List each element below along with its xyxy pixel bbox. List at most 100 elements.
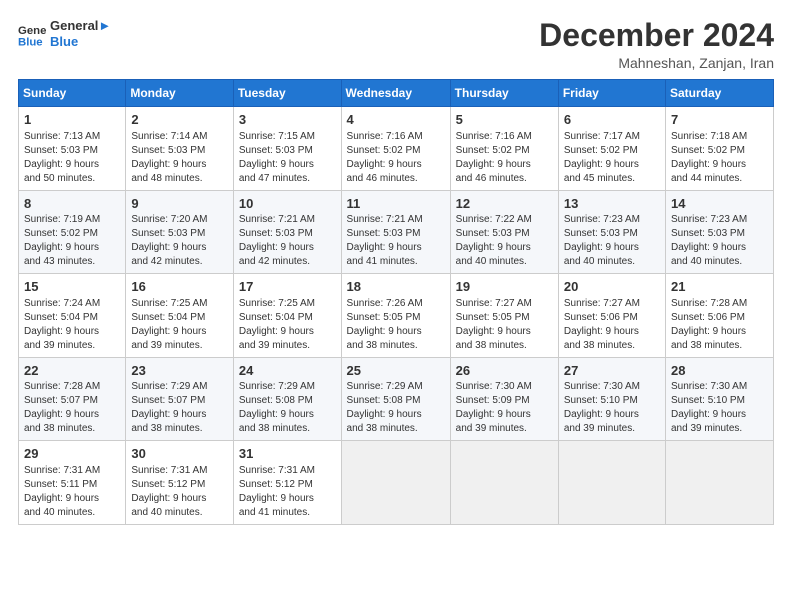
calendar-cell: 17Sunrise: 7:25 AM Sunset: 5:04 PM Dayli…: [233, 274, 341, 358]
cell-info: Sunrise: 7:29 AM Sunset: 5:08 PM Dayligh…: [347, 380, 445, 436]
column-header-wednesday: Wednesday: [341, 80, 450, 107]
calendar-cell: 3Sunrise: 7:15 AM Sunset: 5:03 PM Daylig…: [233, 107, 341, 191]
calendar-cell: 2Sunrise: 7:14 AM Sunset: 5:03 PM Daylig…: [126, 107, 234, 191]
calendar-cell: 27Sunrise: 7:30 AM Sunset: 5:10 PM Dayli…: [558, 357, 665, 441]
cell-info: Sunrise: 7:15 AM Sunset: 5:03 PM Dayligh…: [239, 130, 336, 186]
cell-info: Sunrise: 7:22 AM Sunset: 5:03 PM Dayligh…: [456, 213, 553, 269]
page-header: General Blue General► Blue December 2024…: [18, 18, 774, 71]
cell-info: Sunrise: 7:27 AM Sunset: 5:05 PM Dayligh…: [456, 297, 553, 353]
calendar-week-row: 8Sunrise: 7:19 AM Sunset: 5:02 PM Daylig…: [19, 190, 774, 274]
cell-info: Sunrise: 7:14 AM Sunset: 5:03 PM Dayligh…: [131, 130, 228, 186]
calendar-cell: 7Sunrise: 7:18 AM Sunset: 5:02 PM Daylig…: [666, 107, 774, 191]
calendar-cell: 19Sunrise: 7:27 AM Sunset: 5:05 PM Dayli…: [450, 274, 558, 358]
calendar-cell: 31Sunrise: 7:31 AM Sunset: 5:12 PM Dayli…: [233, 441, 341, 525]
cell-day-number: 4: [347, 111, 445, 129]
calendar-cell: 14Sunrise: 7:23 AM Sunset: 5:03 PM Dayli…: [666, 190, 774, 274]
cell-day-number: 3: [239, 111, 336, 129]
logo-icon: General Blue: [18, 20, 46, 48]
calendar-cell: [341, 441, 450, 525]
cell-day-number: 19: [456, 278, 553, 296]
column-header-tuesday: Tuesday: [233, 80, 341, 107]
location-subtitle: Mahneshan, Zanjan, Iran: [539, 55, 774, 71]
cell-info: Sunrise: 7:30 AM Sunset: 5:10 PM Dayligh…: [671, 380, 768, 436]
calendar-cell: 15Sunrise: 7:24 AM Sunset: 5:04 PM Dayli…: [19, 274, 126, 358]
cell-day-number: 12: [456, 195, 553, 213]
calendar-cell: 25Sunrise: 7:29 AM Sunset: 5:08 PM Dayli…: [341, 357, 450, 441]
month-title: December 2024: [539, 18, 774, 53]
calendar-cell: 12Sunrise: 7:22 AM Sunset: 5:03 PM Dayli…: [450, 190, 558, 274]
calendar-cell: 20Sunrise: 7:27 AM Sunset: 5:06 PM Dayli…: [558, 274, 665, 358]
calendar-cell: 23Sunrise: 7:29 AM Sunset: 5:07 PM Dayli…: [126, 357, 234, 441]
cell-day-number: 25: [347, 362, 445, 380]
svg-text:General: General: [18, 25, 46, 37]
calendar-cell: 8Sunrise: 7:19 AM Sunset: 5:02 PM Daylig…: [19, 190, 126, 274]
cell-info: Sunrise: 7:31 AM Sunset: 5:12 PM Dayligh…: [131, 464, 228, 520]
cell-info: Sunrise: 7:25 AM Sunset: 5:04 PM Dayligh…: [131, 297, 228, 353]
title-block: December 2024 Mahneshan, Zanjan, Iran: [539, 18, 774, 71]
calendar-cell: 22Sunrise: 7:28 AM Sunset: 5:07 PM Dayli…: [19, 357, 126, 441]
logo-line2: Blue: [50, 34, 111, 50]
cell-day-number: 20: [564, 278, 660, 296]
calendar-header-row: SundayMondayTuesdayWednesdayThursdayFrid…: [19, 80, 774, 107]
cell-day-number: 7: [671, 111, 768, 129]
cell-info: Sunrise: 7:24 AM Sunset: 5:04 PM Dayligh…: [24, 297, 120, 353]
calendar-table: SundayMondayTuesdayWednesdayThursdayFrid…: [18, 79, 774, 525]
cell-day-number: 30: [131, 445, 228, 463]
cell-day-number: 28: [671, 362, 768, 380]
cell-day-number: 8: [24, 195, 120, 213]
cell-info: Sunrise: 7:21 AM Sunset: 5:03 PM Dayligh…: [239, 213, 336, 269]
cell-info: Sunrise: 7:31 AM Sunset: 5:12 PM Dayligh…: [239, 464, 336, 520]
calendar-cell: 6Sunrise: 7:17 AM Sunset: 5:02 PM Daylig…: [558, 107, 665, 191]
calendar-cell: [666, 441, 774, 525]
cell-day-number: 24: [239, 362, 336, 380]
cell-info: Sunrise: 7:26 AM Sunset: 5:05 PM Dayligh…: [347, 297, 445, 353]
logo: General Blue General► Blue: [18, 18, 111, 49]
calendar-week-row: 15Sunrise: 7:24 AM Sunset: 5:04 PM Dayli…: [19, 274, 774, 358]
cell-info: Sunrise: 7:17 AM Sunset: 5:02 PM Dayligh…: [564, 130, 660, 186]
calendar-cell: 28Sunrise: 7:30 AM Sunset: 5:10 PM Dayli…: [666, 357, 774, 441]
cell-day-number: 9: [131, 195, 228, 213]
cell-info: Sunrise: 7:13 AM Sunset: 5:03 PM Dayligh…: [24, 130, 120, 186]
cell-day-number: 17: [239, 278, 336, 296]
calendar-cell: 29Sunrise: 7:31 AM Sunset: 5:11 PM Dayli…: [19, 441, 126, 525]
cell-day-number: 16: [131, 278, 228, 296]
cell-info: Sunrise: 7:16 AM Sunset: 5:02 PM Dayligh…: [347, 130, 445, 186]
calendar-cell: 9Sunrise: 7:20 AM Sunset: 5:03 PM Daylig…: [126, 190, 234, 274]
cell-day-number: 14: [671, 195, 768, 213]
cell-day-number: 29: [24, 445, 120, 463]
calendar-cell: 26Sunrise: 7:30 AM Sunset: 5:09 PM Dayli…: [450, 357, 558, 441]
calendar-week-row: 1Sunrise: 7:13 AM Sunset: 5:03 PM Daylig…: [19, 107, 774, 191]
calendar-cell: 1Sunrise: 7:13 AM Sunset: 5:03 PM Daylig…: [19, 107, 126, 191]
column-header-thursday: Thursday: [450, 80, 558, 107]
cell-day-number: 10: [239, 195, 336, 213]
calendar-cell: [450, 441, 558, 525]
calendar-cell: 10Sunrise: 7:21 AM Sunset: 5:03 PM Dayli…: [233, 190, 341, 274]
column-header-saturday: Saturday: [666, 80, 774, 107]
calendar-week-row: 29Sunrise: 7:31 AM Sunset: 5:11 PM Dayli…: [19, 441, 774, 525]
cell-info: Sunrise: 7:31 AM Sunset: 5:11 PM Dayligh…: [24, 464, 120, 520]
svg-text:Blue: Blue: [18, 36, 43, 48]
cell-day-number: 6: [564, 111, 660, 129]
calendar-week-row: 22Sunrise: 7:28 AM Sunset: 5:07 PM Dayli…: [19, 357, 774, 441]
calendar-cell: 21Sunrise: 7:28 AM Sunset: 5:06 PM Dayli…: [666, 274, 774, 358]
cell-info: Sunrise: 7:29 AM Sunset: 5:07 PM Dayligh…: [131, 380, 228, 436]
column-header-friday: Friday: [558, 80, 665, 107]
cell-info: Sunrise: 7:23 AM Sunset: 5:03 PM Dayligh…: [564, 213, 660, 269]
cell-info: Sunrise: 7:27 AM Sunset: 5:06 PM Dayligh…: [564, 297, 660, 353]
cell-day-number: 27: [564, 362, 660, 380]
cell-info: Sunrise: 7:30 AM Sunset: 5:09 PM Dayligh…: [456, 380, 553, 436]
cell-info: Sunrise: 7:18 AM Sunset: 5:02 PM Dayligh…: [671, 130, 768, 186]
cell-day-number: 31: [239, 445, 336, 463]
calendar-cell: 18Sunrise: 7:26 AM Sunset: 5:05 PM Dayli…: [341, 274, 450, 358]
cell-day-number: 1: [24, 111, 120, 129]
cell-day-number: 2: [131, 111, 228, 129]
cell-info: Sunrise: 7:29 AM Sunset: 5:08 PM Dayligh…: [239, 380, 336, 436]
cell-info: Sunrise: 7:30 AM Sunset: 5:10 PM Dayligh…: [564, 380, 660, 436]
cell-info: Sunrise: 7:21 AM Sunset: 5:03 PM Dayligh…: [347, 213, 445, 269]
cell-day-number: 22: [24, 362, 120, 380]
cell-info: Sunrise: 7:28 AM Sunset: 5:06 PM Dayligh…: [671, 297, 768, 353]
cell-day-number: 11: [347, 195, 445, 213]
column-header-sunday: Sunday: [19, 80, 126, 107]
cell-day-number: 5: [456, 111, 553, 129]
cell-info: Sunrise: 7:16 AM Sunset: 5:02 PM Dayligh…: [456, 130, 553, 186]
